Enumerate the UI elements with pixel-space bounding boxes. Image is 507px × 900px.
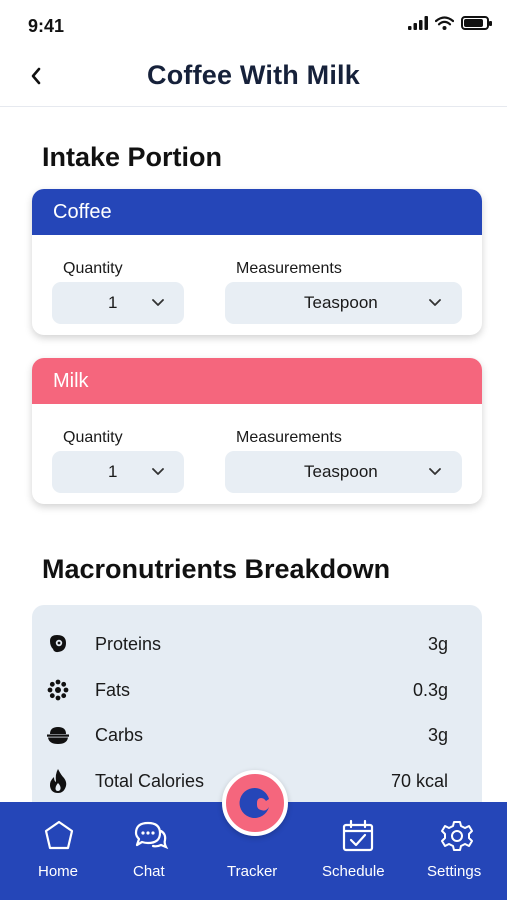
nav-item-home[interactable]: Home [0, 802, 118, 900]
nav-item-settings[interactable]: Settings [420, 802, 498, 900]
milk-card: Milk Quantity Measurements 1 Teaspoon [32, 358, 482, 504]
status-icons [408, 16, 492, 30]
wifi-icon [435, 16, 454, 30]
schedule-icon [342, 819, 374, 852]
nav-label: Home [38, 863, 79, 880]
header: Coffee With Milk [0, 52, 507, 107]
protein-icon [45, 631, 71, 657]
milk-quantity-select[interactable]: 1 [52, 451, 184, 493]
chevron-down-icon [429, 468, 441, 475]
home-icon [44, 820, 74, 850]
status-bar: 9:41 [0, 0, 507, 52]
macro-value: 0.3g [412, 679, 448, 700]
chevron-down-icon [152, 299, 164, 306]
milk-measurement-value: Teaspoon [304, 462, 378, 481]
nav-label: Schedule [322, 863, 385, 880]
status-time: 9:41 [28, 16, 65, 36]
macro-value: 3g [427, 633, 448, 654]
settings-icon [441, 821, 473, 851]
macro-row-proteins: Proteins 3g [32, 629, 482, 659]
coffee-card: Coffee Quantity Measurements 1 Teaspoon [32, 189, 482, 335]
tracker-button[interactable] [222, 770, 288, 836]
coffee-card-header: Coffee [32, 189, 482, 235]
milk-quantity-label: Quantity [63, 429, 123, 446]
macro-name: Proteins [95, 633, 162, 654]
nav-item-schedule[interactable]: Schedule [316, 802, 394, 900]
coffee-quantity-value: 1 [108, 293, 118, 312]
page-title: Coffee With Milk [147, 60, 360, 90]
nav-label: Chat [133, 863, 165, 880]
chevron-down-icon [152, 468, 164, 475]
chat-icon [134, 821, 169, 850]
nav-label: Tracker [227, 863, 278, 880]
tracker-icon [239, 787, 269, 818]
coffee-quantity-label: Quantity [63, 260, 123, 277]
coffee-measurements-label: Measurements [236, 260, 342, 277]
milk-measurement-select[interactable]: Teaspoon [225, 451, 462, 493]
macro-row-carbs: Carbs 3g [32, 720, 482, 750]
coffee-measurement-select[interactable]: Teaspoon [225, 282, 462, 324]
signal-icon [408, 16, 428, 30]
milk-quantity-value: 1 [108, 462, 118, 481]
milk-card-header: Milk [32, 358, 482, 404]
macro-name: Carbs [95, 724, 144, 745]
chevron-down-icon [429, 299, 441, 306]
coffee-quantity-select[interactable]: 1 [52, 282, 184, 324]
milk-measurements-label: Measurements [236, 429, 342, 446]
nav-label: Settings [427, 863, 482, 880]
macro-name: Total Calories [95, 770, 205, 791]
carbs-icon [45, 722, 71, 748]
macro-row-fats: Fats 0.3g [32, 675, 482, 705]
battery-icon [461, 16, 492, 30]
macro-name: Fats [95, 679, 131, 700]
macro-value: 3g [427, 724, 448, 745]
coffee-measurement-value: Teaspoon [304, 293, 378, 312]
fats-icon [45, 677, 71, 703]
nav-item-chat[interactable]: Chat [118, 802, 184, 900]
intake-section-title: Intake Portion [42, 142, 223, 172]
calories-icon [45, 768, 71, 794]
macros-section-title: Macronutrients Breakdown [42, 554, 391, 584]
macro-value: 70 kcal [390, 770, 448, 791]
